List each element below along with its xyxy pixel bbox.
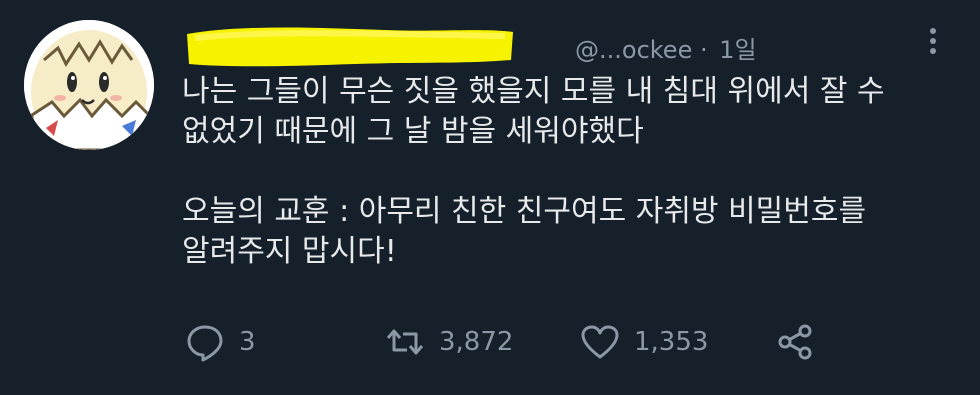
tweet-text-line: 없었기 때문에 그 날 밤을 세워야했다	[182, 114, 644, 149]
reply-button[interactable]: 3	[185, 320, 256, 364]
share-button[interactable]	[775, 320, 815, 364]
timestamp[interactable]: 1일	[719, 36, 756, 64]
heart-icon	[581, 325, 619, 359]
like-button[interactable]: 1,353	[580, 320, 708, 364]
separator: ·	[699, 36, 708, 64]
reply-icon	[187, 325, 223, 362]
handle-partial[interactable]: @...ockee	[575, 36, 692, 64]
reply-count: 3	[239, 327, 256, 357]
avatar[interactable]	[24, 20, 154, 150]
retweet-button[interactable]: 3,872	[385, 320, 513, 364]
retweet-count: 3,872	[439, 327, 514, 357]
tweet-text: 나는 그들이 무슨 짓을 했을지 모를 내 침대 위에서 잘 수 없었기 때문에…	[182, 72, 942, 272]
tweet-actions: 3 3,872 1,353	[185, 320, 845, 364]
share-icon	[778, 324, 812, 360]
tweet-header: @...ockee · 1일	[185, 20, 885, 70]
tweet-text-line: 오늘의 교훈 : 아무리 친한 친구여도 자취방 비밀번호를	[182, 194, 867, 229]
redaction-scribble	[187, 27, 513, 67]
retweet-icon	[386, 329, 424, 355]
handle-and-time: @...ockee · 1일	[575, 30, 757, 65]
tweet: @...ockee · 1일 나는 그들이 무슨 짓을 했을지 모를 내 침대 …	[0, 0, 980, 395]
tweet-text-line: 나는 그들이 무슨 짓을 했을지 모를 내 침대 위에서 잘 수	[182, 74, 885, 109]
more-options-icon[interactable]	[918, 26, 948, 56]
tweet-text-line: 알려주지 맙시다!	[182, 234, 397, 269]
egg-pokemon-avatar-icon	[24, 20, 154, 150]
like-count: 1,353	[634, 327, 709, 357]
